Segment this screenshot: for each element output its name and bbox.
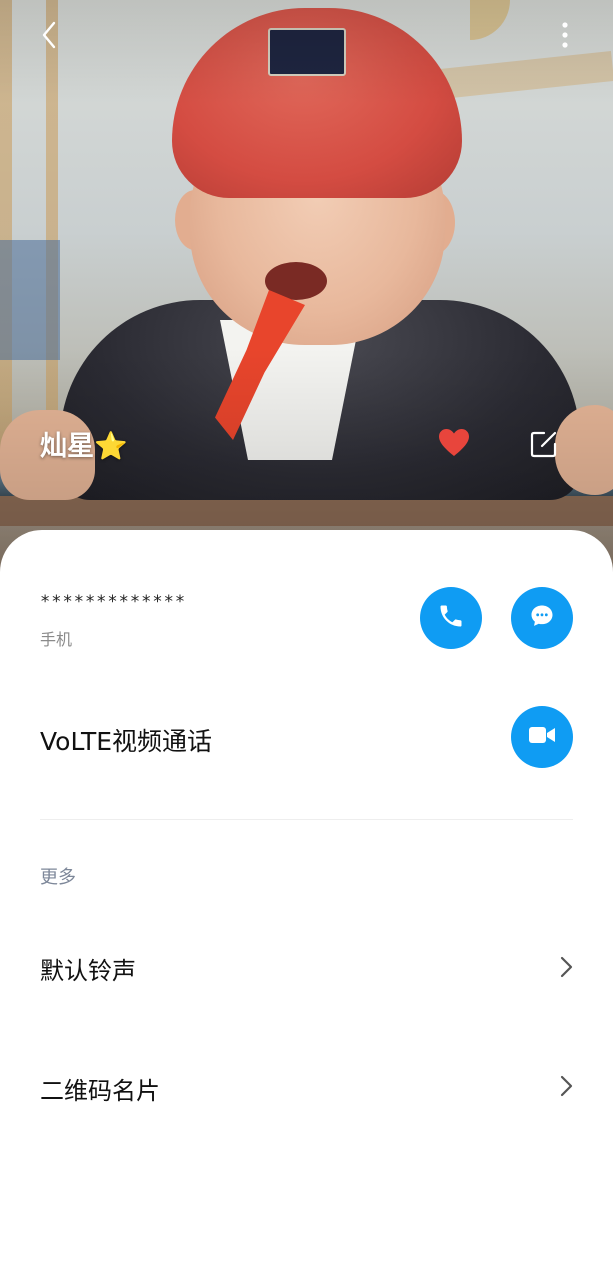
heart-icon[interactable] [438,428,470,458]
call-button[interactable] [420,587,482,649]
contact-photo [0,0,613,580]
default-ringtone-row[interactable]: 默认铃声 [0,927,613,1007]
message-icon [528,602,556,634]
phone-number[interactable]: ************* [40,592,186,612]
default-ringtone-label: 默认铃声 [40,957,136,985]
qr-card-row[interactable]: 二维码名片 [0,1047,613,1127]
volte-video-call-label[interactable]: VoLTE视频通话 [40,722,212,758]
edit-icon[interactable] [528,428,560,460]
chevron-right-icon [557,1074,577,1098]
video-camera-icon [527,722,557,752]
video-call-button[interactable] [511,706,573,768]
phone-icon [437,602,465,634]
contact-details-card [0,530,613,1280]
contact-name: 灿星⭐ [40,431,128,462]
more-section-title: 更多 [40,867,76,888]
qr-card-label: 二维码名片 [40,1077,160,1105]
message-button[interactable] [511,587,573,649]
phone-type-label: 手机 [40,630,73,649]
section-divider [40,819,573,820]
chevron-right-icon [557,955,577,979]
more-vertical-icon[interactable] [548,18,582,52]
back-arrow-icon[interactable] [32,18,66,52]
